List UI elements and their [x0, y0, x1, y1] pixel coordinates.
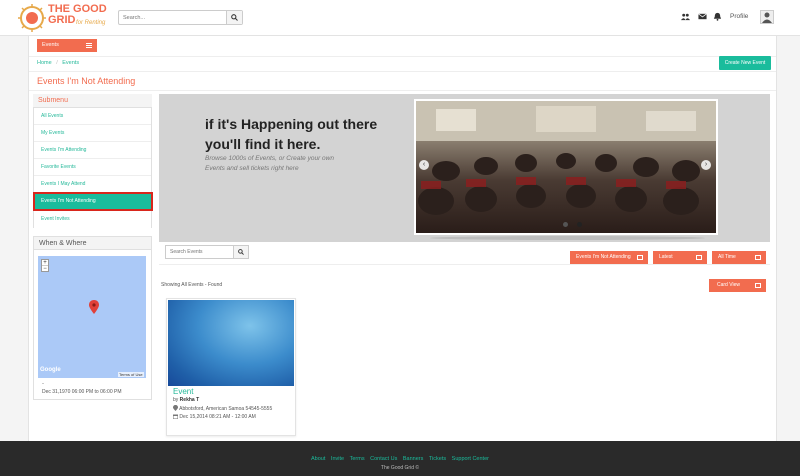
slider-prev-button[interactable]: ‹ [419, 160, 429, 170]
divider [29, 90, 776, 91]
breadcrumb-separator: / [56, 60, 58, 66]
banner-headline-line2: you'll find it here. [205, 136, 321, 152]
time-filter-label: All Time [718, 254, 736, 260]
status-filter-label: Events I'm Not Attending [576, 254, 631, 260]
list-icon [696, 255, 702, 260]
logo-tagline: for Renting [76, 20, 106, 26]
list-icon [755, 255, 761, 260]
list-icon [755, 283, 761, 288]
map[interactable] [38, 256, 146, 378]
event-card-image[interactable] [168, 300, 294, 386]
image-slider[interactable] [414, 99, 718, 235]
event-search-input[interactable] [166, 246, 234, 258]
divider [159, 264, 770, 265]
map-pin-icon[interactable] [89, 300, 99, 314]
slider-next-button[interactable]: › [701, 160, 711, 170]
search-icon [231, 14, 238, 21]
event-search-button[interactable] [233, 246, 248, 258]
results-summary: Showing All Events - Found [161, 282, 223, 288]
event-card-title[interactable]: Event [173, 387, 193, 396]
event-card-author-name: Rekha T [179, 397, 200, 403]
page-title: Events I'm Not Attending [37, 76, 136, 86]
breadcrumb-events[interactable]: Events [62, 60, 79, 66]
view-mode-label: Card View [717, 282, 740, 288]
map-terms-link[interactable]: Terms of Use [118, 372, 144, 377]
envelope-icon[interactable] [697, 12, 707, 22]
event-search [165, 245, 249, 259]
global-search-input[interactable] [119, 11, 227, 24]
event-card-location: Abbotsford, American Samoa 54545-5555 [173, 405, 272, 412]
when-where-title: When & Where [33, 236, 152, 250]
footer-link-contact[interactable]: Contact Us [370, 456, 397, 462]
slider-shadow [430, 236, 705, 240]
menu-icon [86, 43, 92, 48]
bell-icon[interactable] [712, 12, 722, 22]
banner-headline-line1: if it's Happening out there [205, 116, 378, 132]
sort-dropdown[interactable]: Latest [653, 251, 707, 264]
events-dropdown-label: Events [42, 42, 59, 48]
footer-link-about[interactable]: About [311, 456, 325, 462]
footer-link-tickets[interactable]: Tickets [429, 456, 446, 462]
footer-copyright: The Good Grid © [380, 465, 420, 471]
submenu-item-not-attending[interactable]: Events I'm Not Attending [33, 192, 153, 211]
events-dropdown[interactable]: Events [37, 39, 97, 52]
event-card-location-text: Abbotsford, American Samoa 54545-5555 [179, 406, 273, 412]
map-zoom-control: + − [41, 259, 49, 272]
slider-dot[interactable] [563, 222, 568, 227]
global-search-button[interactable] [226, 11, 242, 24]
banner-text-line2: Events and sell tickets right here [205, 165, 299, 172]
submenu-item-may-attend[interactable]: Events I May Attend [34, 176, 151, 193]
footer-link-invite[interactable]: Invite [331, 456, 344, 462]
profile-link[interactable]: Profile [730, 13, 748, 20]
breadcrumb: Home / Events [37, 60, 79, 66]
location-text: - [42, 381, 44, 387]
status-filter-dropdown[interactable]: Events I'm Not Attending [570, 251, 648, 264]
logo-title-line2: GRID [48, 14, 76, 26]
global-search [118, 10, 243, 25]
conference-photo [416, 101, 716, 215]
submenu-item-invites[interactable]: Event Invites [34, 211, 151, 228]
group-icon[interactable] [680, 12, 690, 22]
view-mode-dropdown[interactable]: Card View [709, 279, 766, 292]
calendar-icon [173, 414, 178, 419]
submenu-item-favorites[interactable]: Favorite Events [34, 159, 151, 176]
footer-link-support[interactable]: Support Center [452, 456, 489, 462]
breadcrumb-home[interactable]: Home [37, 60, 52, 66]
avatar[interactable] [760, 10, 774, 24]
time-filter-dropdown[interactable]: All Time [712, 251, 766, 264]
event-card-date: Dec 15,2014 08:21 AM - 12:00 AM [173, 414, 256, 420]
submenu-item-my-events[interactable]: My Events [34, 125, 151, 142]
footer-link-terms[interactable]: Terms [350, 456, 365, 462]
banner-text-line1: Browse 1000s of Events, or Create your o… [205, 155, 334, 162]
google-logo: Google [40, 367, 61, 373]
event-card-by-prefix: by [173, 397, 179, 403]
breadcrumb-bar [29, 56, 776, 72]
create-event-button[interactable]: Create New Event [719, 56, 771, 70]
event-card-date-text: Dec 15,2014 08:21 AM - 12:00 AM [179, 414, 256, 420]
submenu-item-all-events[interactable]: All Events [34, 108, 151, 125]
zoom-out-button[interactable]: − [42, 266, 48, 272]
list-icon [637, 255, 643, 260]
submenu-title: Submenu [33, 94, 152, 108]
sort-label: Latest [659, 254, 673, 260]
map-marker-icon [173, 405, 178, 411]
date-range-text: Dec 31,1970 06:00 PM to 06:00 PM [42, 389, 122, 395]
submenu-item-attending[interactable]: Events I'm Attending [34, 142, 151, 159]
footer-links: About Invite Terms Contact Us Banners Ti… [0, 456, 800, 462]
event-card-author: by Rekha T [173, 397, 199, 403]
footer-link-banners[interactable]: Banners [403, 456, 424, 462]
slider-dot-active[interactable] [577, 222, 582, 227]
search-icon [238, 249, 244, 255]
